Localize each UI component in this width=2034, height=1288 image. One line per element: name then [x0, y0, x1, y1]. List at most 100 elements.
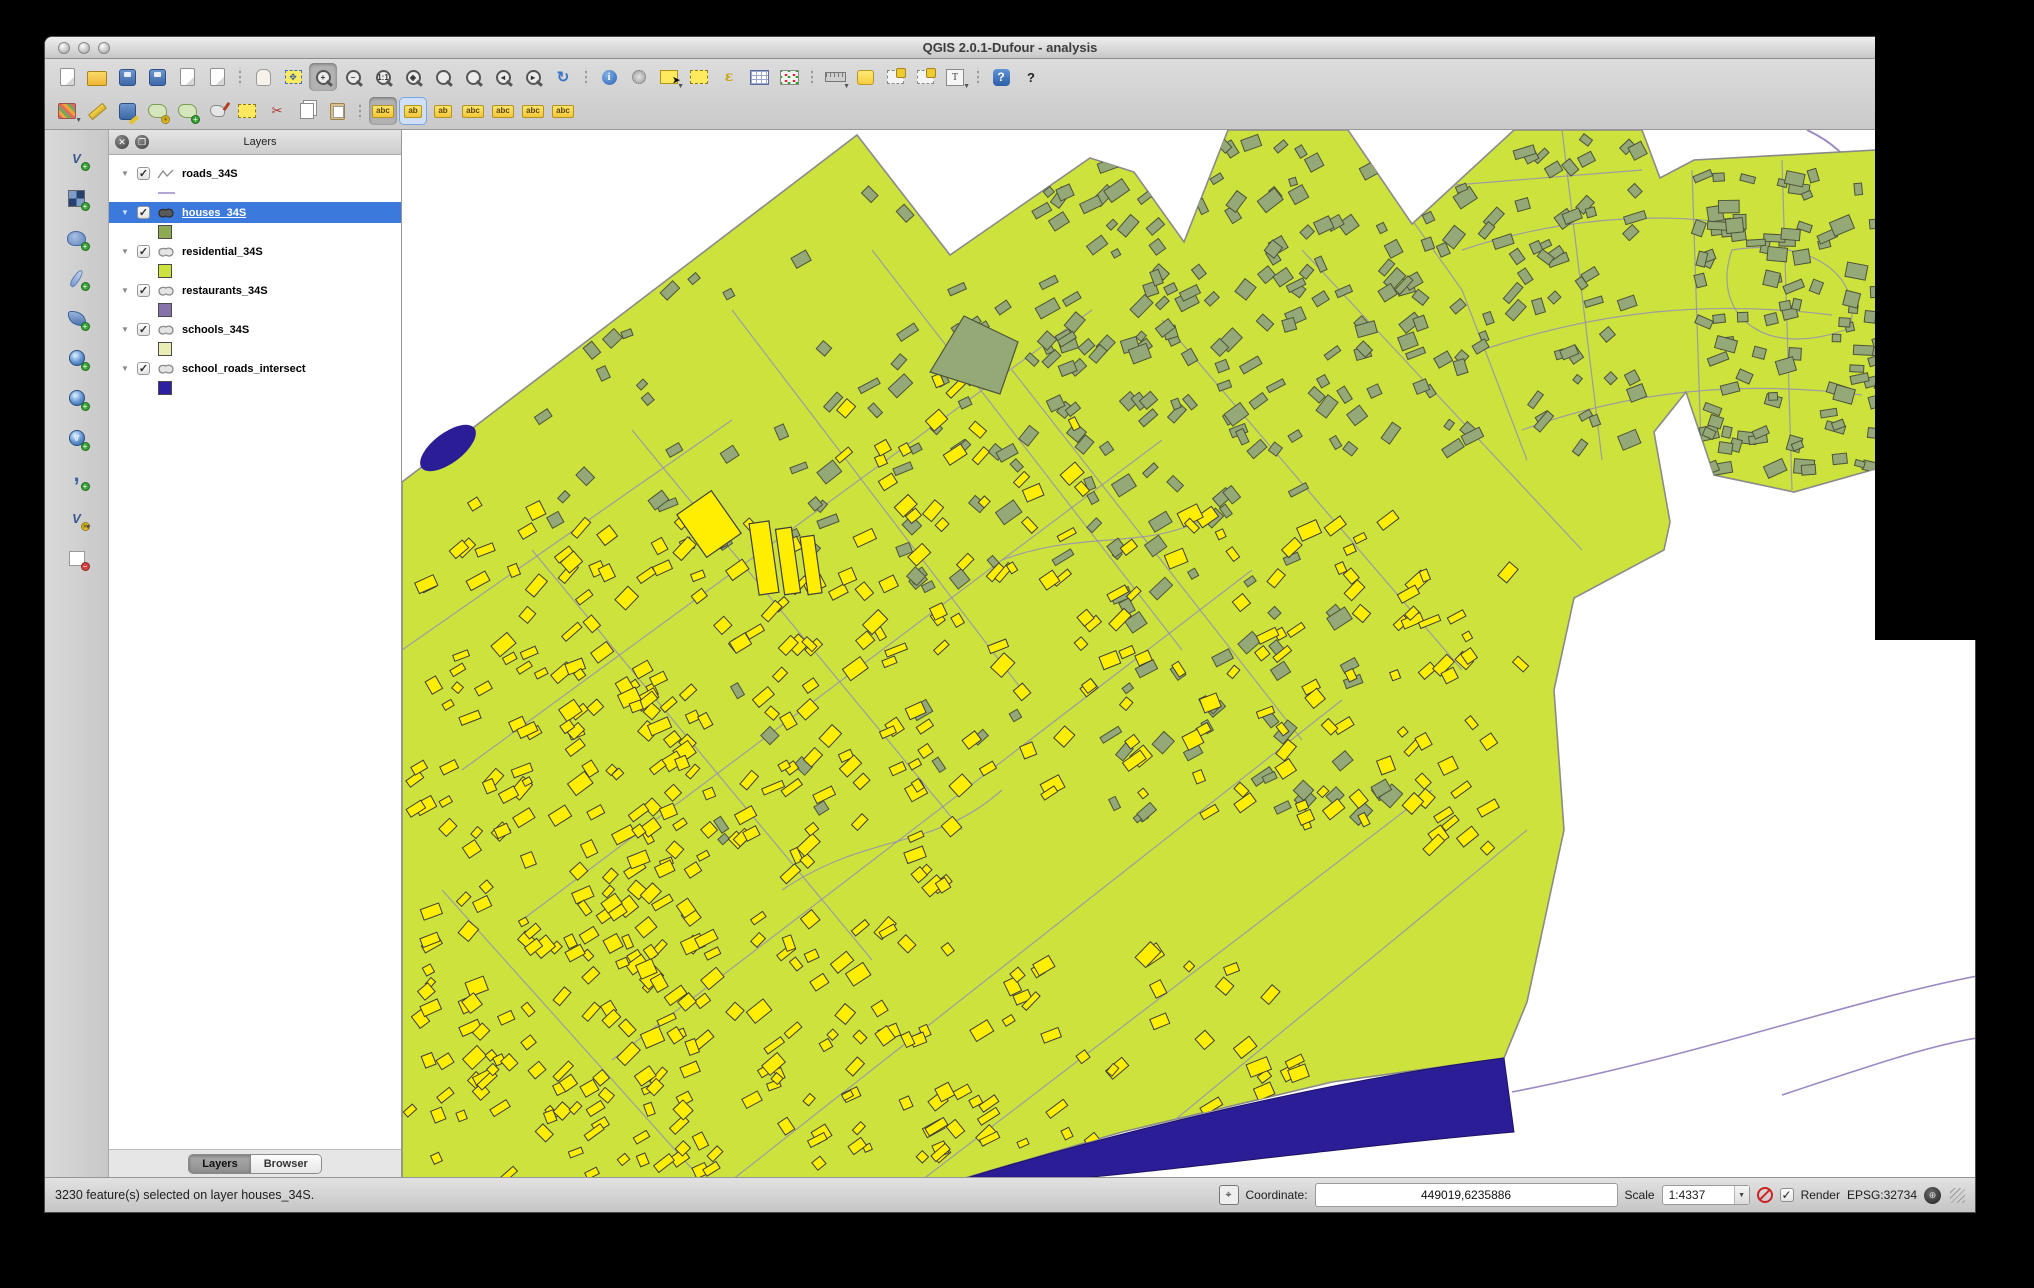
coordinate-input[interactable] — [1314, 1183, 1618, 1207]
layer-item-residential_34S[interactable]: ▼ ✓ residential_34S — [109, 241, 401, 262]
unpin-label-button[interactable]: ab — [429, 97, 457, 125]
float-panel-icon[interactable]: ❐ — [135, 135, 149, 149]
close-panel-icon[interactable]: ✕ — [115, 135, 129, 149]
pin-label-button[interactable]: ab — [399, 97, 427, 125]
add-raster-layer-button[interactable]: + — [63, 184, 91, 212]
map-canvas[interactable] — [402, 130, 1975, 1177]
layer-item-roads_34S[interactable]: ▼ ✓ roads_34S — [109, 163, 401, 184]
save-project-button[interactable] — [113, 63, 141, 91]
layer-item-school_roads_intersect[interactable]: ▼ ✓ school_roads_intersect — [109, 358, 401, 379]
open-project-button[interactable] — [83, 63, 111, 91]
layer-legend-row — [109, 379, 401, 397]
new-shapefile-layer-button[interactable]: V ✳ ▼ — [63, 504, 92, 532]
tab-browser[interactable]: Browser — [250, 1154, 321, 1173]
whats-this-button[interactable]: ? — [1017, 63, 1045, 91]
add-wcs-layer-button[interactable]: + — [63, 384, 91, 412]
add-postgis-layer-button[interactable]: + — [63, 224, 91, 252]
deselect-features-button[interactable] — [685, 63, 713, 91]
add-vector-layer-button[interactable]: V + — [63, 144, 91, 172]
move-label-button[interactable]: abc — [489, 97, 517, 125]
layer-item-restaurants_34S[interactable]: ▼ ✓ restaurants_34S — [109, 280, 401, 301]
text-annotation-button[interactable]: T ▼ — [941, 63, 970, 91]
new-bookmark-button[interactable] — [851, 63, 879, 91]
disclosure-triangle-icon[interactable]: ▼ — [121, 169, 130, 178]
cut-features-button[interactable]: ✂ — [263, 97, 291, 125]
show-bookmarks-button[interactable] — [881, 63, 909, 91]
open-attribute-table-button[interactable] — [745, 63, 773, 91]
disclosure-triangle-icon[interactable]: ▼ — [121, 286, 130, 295]
mouse-position-icon[interactable]: ⌖ — [1218, 1185, 1239, 1205]
remove-layer-button[interactable]: − — [63, 544, 91, 572]
change-label-button[interactable]: abc — [549, 97, 577, 125]
add-delimited-text-layer-button[interactable]: , + — [63, 463, 91, 492]
zoom-last-button[interactable]: ◂ — [489, 63, 517, 91]
scale-combo[interactable]: 1:4337 ▼ — [1661, 1185, 1750, 1205]
show-hide-labels-button[interactable]: abc — [459, 97, 487, 125]
toggle-editing-button[interactable] — [83, 97, 111, 125]
new-print-composer-button[interactable] — [173, 63, 201, 91]
current-edits-button[interactable]: ▼ — [53, 97, 82, 125]
add-wfs-layer-button[interactable]: V + — [63, 424, 91, 452]
add-mssql-layer-button[interactable]: + — [63, 304, 91, 332]
new-project-button[interactable] — [53, 63, 81, 91]
layer-visibility-checkbox[interactable]: ✓ — [137, 167, 150, 180]
disclosure-triangle-icon[interactable]: ▼ — [121, 247, 130, 256]
save-layer-edits-button[interactable] — [113, 97, 141, 125]
zoom-to-selection-button[interactable] — [429, 63, 457, 91]
tab-layers[interactable]: Layers — [189, 1154, 251, 1173]
crs-status-icon[interactable]: ⊕ — [1924, 1186, 1941, 1204]
zoom-to-layer-button[interactable] — [459, 63, 487, 91]
delete-selected-button[interactable] — [233, 97, 261, 125]
refresh-map-button[interactable]: ↻ — [549, 63, 577, 91]
layer-item-schools_34S[interactable]: ▼ ✓ schools_34S — [109, 319, 401, 340]
zoom-in-icon: + — [315, 69, 331, 85]
pan-to-selection-button[interactable]: ✥ — [279, 63, 307, 91]
identify-features-button[interactable]: i — [595, 63, 623, 91]
zoom-out-button[interactable]: − — [339, 63, 367, 91]
layer-visibility-checkbox[interactable]: ✓ — [137, 206, 150, 219]
zoom-native-icon: 1:1 — [375, 69, 391, 85]
select-features-button[interactable]: ➤ ▼ — [655, 63, 684, 91]
render-checkbox[interactable]: ✓ — [1779, 1188, 1794, 1202]
composer-manager-button[interactable] — [203, 63, 231, 91]
pan-map-button[interactable] — [249, 63, 277, 91]
layer-visibility-checkbox[interactable]: ✓ — [137, 323, 150, 336]
node-tool-button[interactable] — [203, 97, 231, 125]
labeling-button[interactable]: abc — [369, 97, 397, 125]
resize-grip[interactable] — [1950, 1187, 1965, 1203]
add-feature-button[interactable]: ✳ — [143, 97, 171, 125]
zoom-in-button[interactable]: + — [309, 63, 337, 91]
run-feature-action-button[interactable] — [625, 63, 653, 91]
disclosure-triangle-icon[interactable]: ▼ — [121, 364, 130, 373]
legend-swatch — [158, 264, 172, 278]
save-project-as-button[interactable] — [143, 63, 171, 91]
zoom-native-button[interactable]: 1:1 — [369, 63, 397, 91]
zoom-window-button[interactable] — [98, 41, 110, 54]
move-feature-button[interactable]: + — [173, 97, 201, 125]
layer-item-houses_34S[interactable]: ▼ ✓ houses_34S — [109, 202, 401, 223]
disclosure-triangle-icon[interactable]: ▼ — [121, 208, 130, 217]
measure-line-button[interactable]: ▼ — [821, 63, 850, 91]
stop-render-icon[interactable] — [1756, 1187, 1773, 1203]
zoom-to-bookmark-button[interactable] — [911, 63, 939, 91]
disclosure-triangle-icon[interactable]: ▼ — [121, 325, 130, 334]
layers-panel: ✕ ❐ Layers ▼ ✓ roads_34S ▼ ✓ houses_34S ▼ ✓ resi… — [109, 130, 402, 1177]
select-by-expression-button[interactable]: ε — [715, 63, 743, 91]
close-window-button[interactable] — [58, 41, 70, 54]
zoom-next-button[interactable]: ▸ — [519, 63, 547, 91]
add-wms-layer-button[interactable]: + — [63, 344, 91, 372]
copy-features-button[interactable] — [293, 97, 321, 125]
layer-visibility-checkbox[interactable]: ✓ — [137, 362, 150, 375]
field-calculator-button[interactable] — [775, 63, 803, 91]
chevron-down-icon[interactable]: ▼ — [1733, 1186, 1749, 1204]
layer-visibility-checkbox[interactable]: ✓ — [137, 284, 150, 297]
layer-visibility-checkbox[interactable]: ✓ — [137, 245, 150, 258]
title-bar[interactable]: QGIS 2.0.1-Dufour - analysis — [45, 37, 1975, 59]
paste-features-button[interactable] — [323, 97, 351, 125]
help-contents-button[interactable]: ? — [987, 63, 1015, 91]
minimize-window-button[interactable] — [78, 41, 90, 54]
rotate-label-button[interactable]: abc — [519, 97, 547, 125]
add-spatialite-layer-button[interactable]: + — [63, 264, 91, 292]
zoom-full-button[interactable]: ◈ — [399, 63, 427, 91]
help-contents-icon: ? — [992, 68, 1010, 86]
